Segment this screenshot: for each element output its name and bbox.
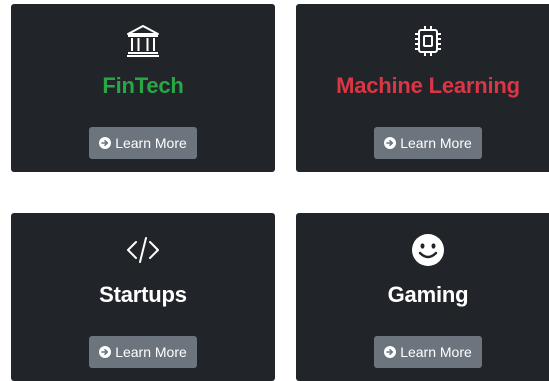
learn-more-button[interactable]: Learn More	[374, 127, 482, 159]
card-startups: Startups Learn More	[11, 213, 275, 381]
learn-more-label: Learn More	[115, 135, 187, 151]
arrow-circle-right-icon	[99, 346, 112, 358]
learn-more-button[interactable]: Learn More	[89, 127, 197, 159]
arrow-circle-right-icon	[384, 137, 397, 149]
arrow-circle-right-icon	[99, 137, 112, 149]
learn-more-label: Learn More	[400, 344, 472, 360]
card-title: Gaming	[387, 282, 469, 307]
cpu-chip-icon	[410, 24, 446, 58]
card-machine-learning: Machine Learning Learn More	[296, 4, 549, 172]
card-title: Startups	[99, 282, 187, 307]
learn-more-label: Learn More	[115, 344, 187, 360]
card-title: FinTech	[102, 73, 184, 98]
card-gaming: Gaming Learn More	[296, 213, 549, 381]
smile-icon	[410, 233, 446, 267]
card-fintech: FinTech Learn More	[11, 4, 275, 172]
learn-more-button[interactable]: Learn More	[374, 336, 482, 368]
arrow-circle-right-icon	[384, 346, 397, 358]
learn-more-label: Learn More	[400, 135, 472, 151]
code-icon	[125, 233, 161, 267]
card-title: Machine Learning	[336, 73, 520, 98]
learn-more-button[interactable]: Learn More	[89, 336, 197, 368]
bank-icon	[125, 24, 161, 58]
